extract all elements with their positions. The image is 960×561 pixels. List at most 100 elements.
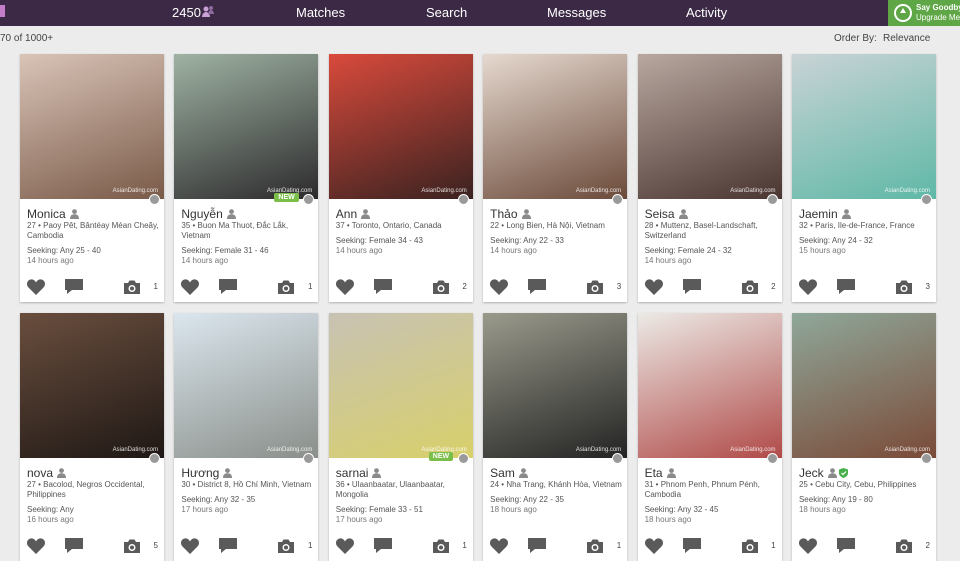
profile-name[interactable]: Nguyễn: [181, 207, 236, 222]
profile-card[interactable]: AsianDating.com Jaemin 32 • Paris, Ile-de-…: [791, 54, 936, 302]
last-active: 18 hours ago: [798, 505, 846, 514]
camera-icon[interactable]: [740, 538, 760, 559]
message-icon[interactable]: [527, 278, 547, 301]
profile-card[interactable]: AsianDating.com Seisa 28 • Muttenz, Basel-…: [637, 54, 782, 302]
heart-icon[interactable]: [644, 537, 664, 560]
message-icon[interactable]: [64, 278, 84, 301]
message-icon[interactable]: [373, 537, 393, 560]
profile-card[interactable]: AsianDating.com Thảo 22 • Long Bien, Hà Nộ…: [483, 54, 628, 302]
nav-activity[interactable]: Activity: [686, 5, 727, 20]
profile-name-text: Ann: [335, 207, 358, 221]
heart-icon[interactable]: [180, 537, 200, 560]
photo-count: 2: [925, 541, 930, 550]
profile-name[interactable]: Monica: [27, 207, 79, 222]
profile-name[interactable]: nova: [27, 466, 67, 481]
card-actions: 3: [489, 278, 621, 296]
camera-icon[interactable]: [276, 279, 296, 300]
profile-card[interactable]: AsianDating.com Eta 31 • Phnom Penh, Phnum…: [637, 313, 782, 561]
camera-icon[interactable]: [740, 279, 760, 300]
logo-fragment[interactable]: [0, 5, 5, 17]
heart-icon[interactable]: [489, 278, 509, 301]
photo-count: 1: [153, 282, 158, 291]
person-icon: [841, 208, 851, 222]
last-active: 14 hours ago: [490, 246, 537, 255]
nav-search[interactable]: Search: [426, 5, 467, 20]
profile-card[interactable]: AsianDating.com Ann 37 • Toronto, Ontario,…: [328, 54, 473, 302]
results-count: 70 of 1000+: [0, 33, 54, 44]
profile-photo[interactable]: AsianDating.com: [483, 313, 628, 458]
profile-name[interactable]: Seisa: [645, 207, 688, 222]
heart-icon[interactable]: [335, 537, 355, 560]
nav-messages[interactable]: Messages: [547, 5, 606, 20]
profile-card[interactable]: AsianDating.com Sam 24 • Nha Trang, Khánh …: [483, 313, 628, 561]
new-badge: NEW: [274, 193, 299, 202]
profile-photo[interactable]: AsianDating.com: [791, 313, 936, 458]
message-icon[interactable]: [218, 537, 238, 560]
profile-name[interactable]: Eta: [645, 466, 676, 481]
photo-count: 1: [307, 282, 313, 291]
profile-card[interactable]: AsianDating.com NEW sarnai 36 • Ulaanbaatar…: [328, 313, 473, 561]
profile-photo[interactable]: AsianDating.com: [174, 54, 319, 199]
message-icon[interactable]: [373, 278, 393, 301]
message-icon[interactable]: [682, 537, 702, 560]
profile-name-text: nova: [27, 466, 54, 480]
profile-name[interactable]: Hương: [181, 466, 233, 481]
message-icon[interactable]: [682, 278, 702, 301]
camera-icon[interactable]: [276, 538, 296, 559]
message-icon[interactable]: [836, 278, 856, 301]
message-icon[interactable]: [836, 537, 856, 560]
message-icon[interactable]: [218, 278, 238, 301]
camera-icon[interactable]: [894, 279, 914, 300]
profile-name[interactable]: Thảo: [490, 207, 531, 222]
profile-photo[interactable]: AsianDating.com: [174, 313, 319, 458]
heart-icon[interactable]: [798, 537, 818, 560]
profile-photo[interactable]: AsianDating.com: [483, 54, 628, 199]
upgrade-promo-button[interactable]: Say Goodbye Upgrade Me: [888, 0, 960, 26]
profile-photo[interactable]: AsianDating.com: [20, 54, 164, 199]
heart-icon[interactable]: [335, 278, 355, 301]
profile-name-text: Hương: [181, 466, 220, 480]
profile-photo[interactable]: AsianDating.com: [20, 313, 164, 458]
heart-icon[interactable]: [180, 278, 200, 301]
profile-name[interactable]: Ann: [335, 207, 371, 222]
profile-card[interactable]: AsianDating.com Hương 30 • District 8, Hồ …: [174, 313, 319, 561]
profile-location: 35 • Buon Ma Thuot, Đắc Lắk, Vietnam: [181, 221, 289, 240]
heart-icon[interactable]: [798, 278, 818, 301]
camera-icon[interactable]: [122, 538, 142, 559]
message-icon[interactable]: [64, 537, 84, 560]
message-icon[interactable]: [527, 537, 547, 560]
camera-icon[interactable]: [122, 279, 142, 300]
profile-name[interactable]: Sam: [490, 466, 528, 481]
person-icon: [226, 208, 236, 222]
profile-photo[interactable]: AsianDating.com: [637, 313, 782, 458]
last-active: 15 hours ago: [798, 246, 846, 255]
last-active: 17 hours ago: [181, 505, 229, 514]
profile-photo[interactable]: AsianDating.com: [328, 54, 473, 199]
camera-icon[interactable]: [585, 279, 605, 300]
profile-card[interactable]: AsianDating.com Jeck 25 • Cebu City, Cebu,…: [791, 313, 936, 561]
profile-seeking: Seeking: Any 25 - 40: [27, 246, 101, 255]
order-by-select[interactable]: Relevance: [883, 33, 930, 44]
profile-name[interactable]: sarnai: [336, 466, 382, 481]
profile-card[interactable]: AsianDating.com NEW Nguyễn 35 • Buon Ma Thu…: [174, 54, 319, 302]
profile-photo[interactable]: AsianDating.com: [791, 54, 936, 199]
profile-location: 36 • Ulaanbaatar, Ulaanbaatar, Mongolia: [335, 480, 445, 499]
person-icon: [666, 467, 676, 481]
camera-icon[interactable]: [585, 538, 605, 559]
profile-name[interactable]: Jaemin: [799, 207, 851, 222]
heart-icon[interactable]: [489, 537, 509, 560]
heart-icon[interactable]: [26, 278, 46, 301]
photo-watermark: AsianDating.com: [112, 447, 158, 453]
camera-icon[interactable]: [431, 279, 451, 300]
profile-photo[interactable]: AsianDating.com: [328, 313, 473, 458]
heart-icon[interactable]: [26, 537, 46, 560]
profile-name[interactable]: Jeck: [799, 466, 848, 481]
nav-matches[interactable]: Matches: [296, 5, 345, 20]
card-actions: 1: [335, 537, 467, 555]
profile-card[interactable]: AsianDating.com nova 27 • Bacolod, Negros …: [20, 313, 164, 561]
heart-icon[interactable]: [644, 278, 664, 301]
camera-icon[interactable]: [431, 538, 451, 559]
profile-photo[interactable]: AsianDating.com: [637, 54, 782, 199]
profile-card[interactable]: AsianDating.com Monica 27 • Paoy Pêt, Bânt…: [20, 54, 164, 302]
camera-icon[interactable]: [894, 538, 914, 559]
